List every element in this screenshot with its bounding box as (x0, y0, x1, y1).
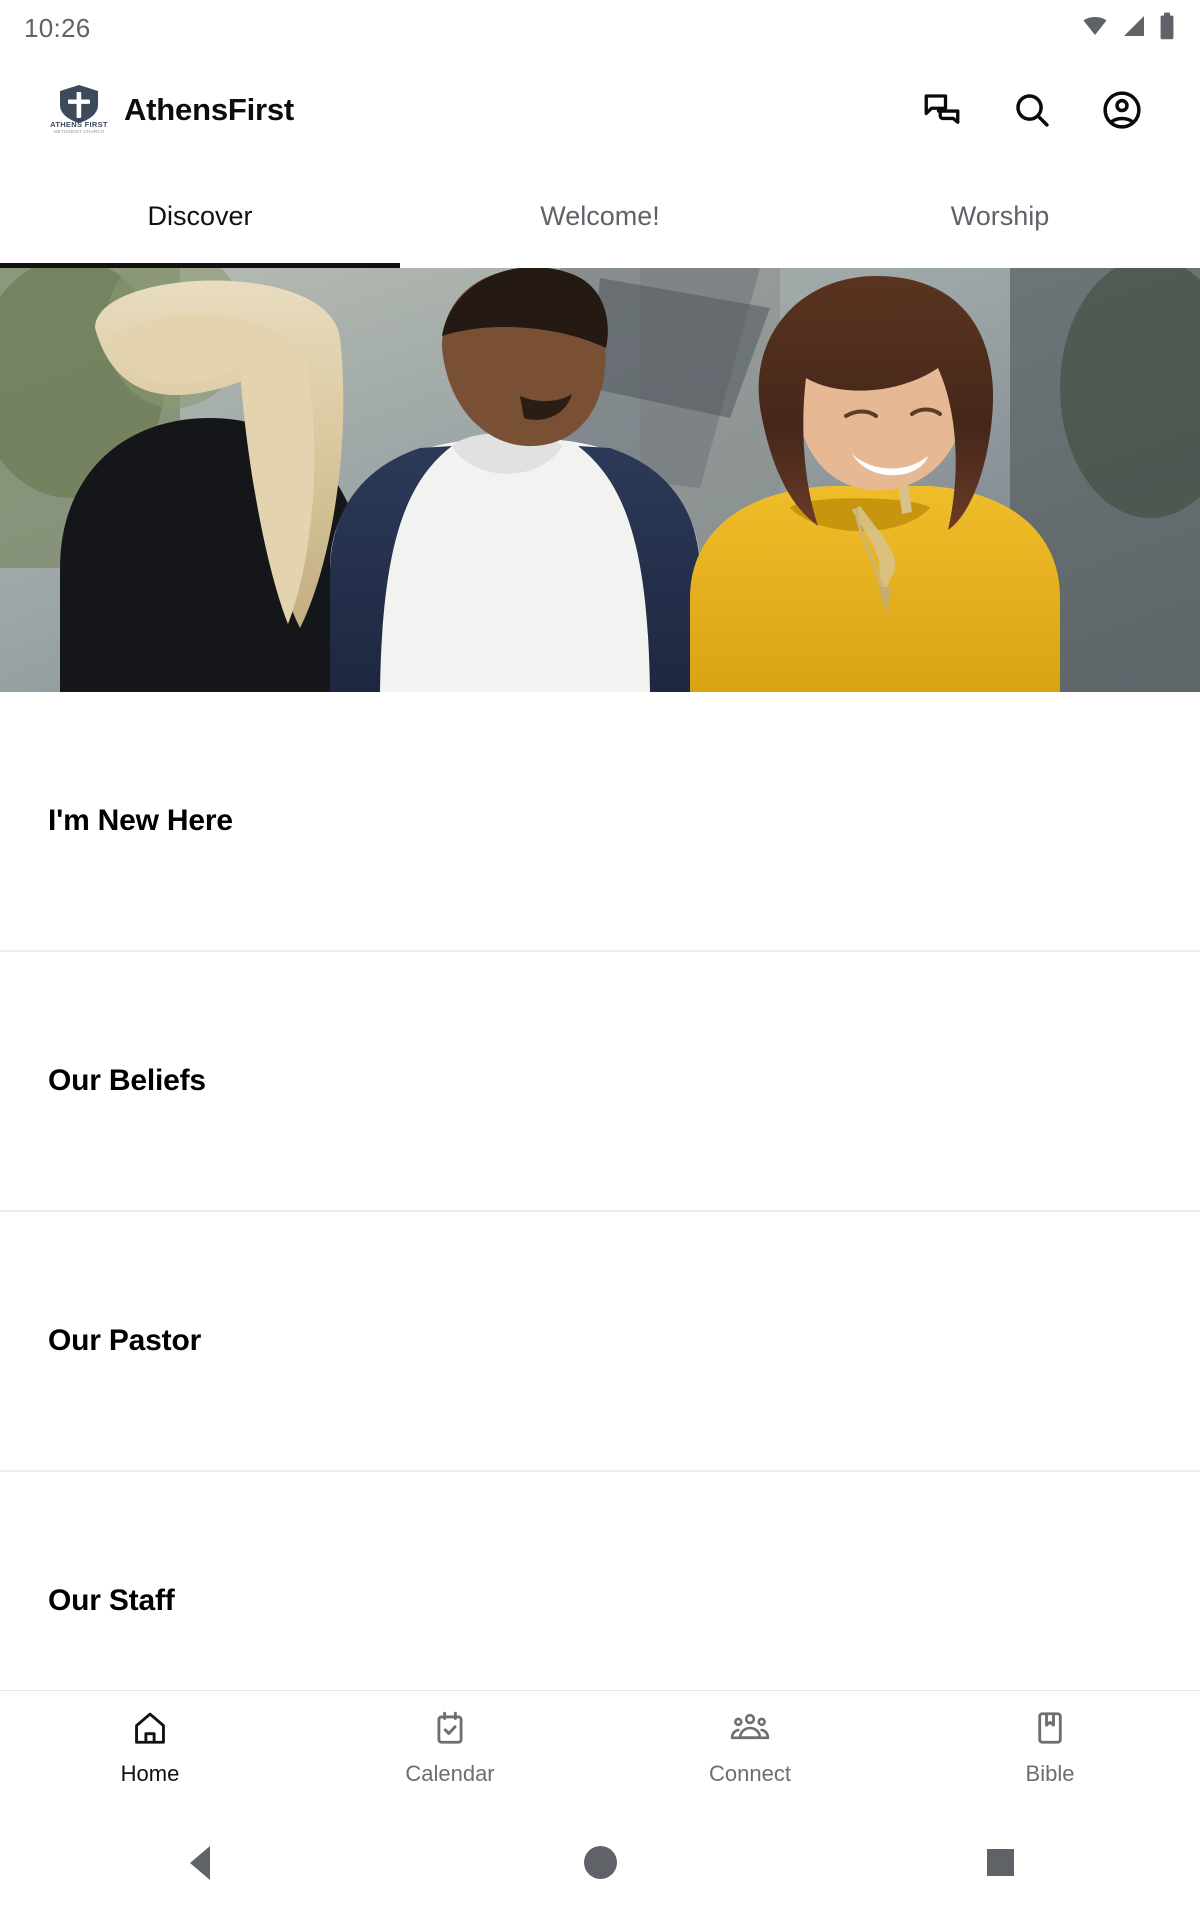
account-circle-icon[interactable] (1100, 88, 1144, 132)
battery-icon (1158, 12, 1176, 45)
brand[interactable]: ATHENS FIRST METHODIST CHURCH AthensFirs… (0, 84, 294, 136)
nav-item-connect-label: Connect (709, 1761, 791, 1786)
status-bar-icons (1080, 12, 1176, 45)
status-bar: 10:26 (0, 0, 1200, 56)
android-back-button[interactable] (155, 1818, 245, 1908)
list-item[interactable]: I'm New Here (0, 692, 1200, 952)
discover-list: I'm New Here Our Beliefs Our Pastor Our … (0, 692, 1200, 1732)
list-item-label: Our Pastor (48, 1324, 202, 1357)
wifi-icon (1080, 14, 1110, 43)
people-group-icon (730, 1709, 770, 1752)
nav-item-connect[interactable]: Connect (600, 1691, 900, 1805)
nav-item-calendar[interactable]: Calendar (300, 1691, 600, 1805)
tab-bar: Discover Welcome! Worship (0, 164, 1200, 268)
search-icon[interactable] (1010, 88, 1054, 132)
tab-worship-label: Worship (950, 200, 1050, 231)
chat-icon[interactable] (920, 88, 964, 132)
tab-discover[interactable]: Discover (0, 164, 400, 268)
tab-worship[interactable]: Worship (800, 164, 1200, 268)
android-home-button[interactable] (555, 1818, 645, 1908)
nav-item-bible-label: Bible (1025, 1761, 1075, 1786)
app-screen: 10:26 ATHENS FIRST METHODIST CHURCH Athe… (0, 0, 1200, 1920)
android-system-navigation (0, 1805, 1200, 1920)
logo-secondary-text: METHODIST CHURCH (53, 129, 105, 134)
tab-welcome-label: Welcome! (540, 200, 660, 231)
list-item[interactable]: Our Beliefs (0, 952, 1200, 1212)
nav-item-home[interactable]: Home (0, 1691, 300, 1805)
nav-item-home-label: Home (120, 1761, 180, 1786)
android-recents-button[interactable] (955, 1818, 1045, 1908)
logo-primary-text: ATHENS FIRST (50, 120, 108, 129)
tab-welcome[interactable]: Welcome! (400, 164, 800, 268)
nav-item-calendar-label: Calendar (405, 1761, 495, 1786)
nav-item-bible[interactable]: Bible (900, 1691, 1200, 1805)
list-item-label: I'm New Here (48, 804, 233, 837)
tab-discover-label: Discover (147, 200, 253, 231)
app-title: AthensFirst (124, 92, 295, 127)
cellular-signal-icon (1120, 14, 1148, 43)
athensfirst-logo: ATHENS FIRST METHODIST CHURCH (50, 84, 108, 136)
list-item-label: Our Beliefs (48, 1064, 206, 1097)
list-item[interactable]: Our Pastor (0, 1212, 1200, 1472)
discover-hero-image[interactable] (0, 268, 1200, 692)
list-item-label: Our Staff (48, 1584, 175, 1617)
bottom-navigation-bar: Home Calendar Connect Bible (0, 1690, 1200, 1805)
book-bookmark-icon (1032, 1709, 1068, 1752)
app-bar-actions (920, 88, 1200, 132)
app-bar: ATHENS FIRST METHODIST CHURCH AthensFirs… (0, 56, 1200, 164)
calendar-check-icon (431, 1709, 469, 1752)
status-bar-time: 10:26 (24, 12, 91, 43)
home-icon (131, 1709, 169, 1752)
